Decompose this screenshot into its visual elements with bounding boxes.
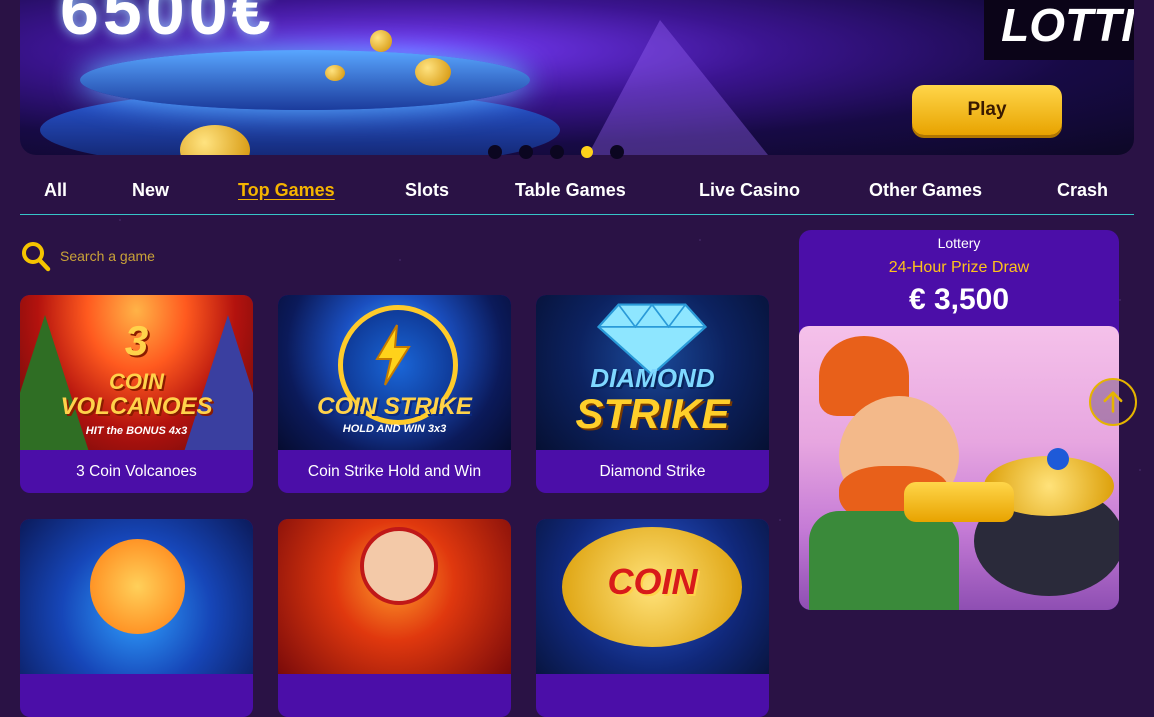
tab-top-games[interactable]: Top Games [238, 180, 335, 201]
game-card[interactable] [278, 519, 511, 717]
search-icon[interactable] [20, 239, 52, 273]
tab-other-games[interactable]: Other Games [869, 180, 982, 201]
banner-platform-upper [80, 50, 530, 110]
game-card[interactable]: DIAMOND STRIKE Diamond Strike [536, 295, 769, 493]
carousel-dot[interactable] [488, 145, 502, 159]
tab-slots[interactable]: Slots [405, 180, 449, 201]
tab-crash[interactable]: Crash [1057, 180, 1108, 201]
game-search [20, 238, 280, 274]
game-thumbnail[interactable]: DIAMOND STRIKE [536, 295, 769, 450]
game-art-text: STRIKE [575, 390, 730, 437]
banner-brand-text: LOTTI [1001, 0, 1134, 51]
game-art-text: COIN [607, 561, 698, 602]
tab-live-casino[interactable]: Live Casino [699, 180, 800, 201]
scroll-top-button[interactable] [1089, 378, 1137, 426]
game-thumbnail[interactable]: COIN [536, 519, 769, 674]
tab-table-games[interactable]: Table Games [515, 180, 626, 201]
banner-pyramid [580, 20, 780, 155]
game-title: Coin Strike Hold and Win [307, 462, 482, 480]
game-title [536, 674, 769, 717]
game-art-text: HIT the BONUS 4x3 [85, 425, 188, 437]
coin-image [325, 65, 345, 81]
coin-image [370, 30, 392, 52]
category-tabs: All New Top Games Slots Table Games Live… [20, 172, 1134, 215]
game-card[interactable]: 3 COIN VOLCANOES HIT the BONUS 4x3 3 Coi… [20, 295, 253, 493]
game-art-text: COIN [109, 369, 164, 394]
game-art-text: VOLCANOES [60, 393, 213, 420]
lightning-icon [375, 324, 411, 386]
carousel-dot-active[interactable] [581, 146, 593, 158]
lottery-play-button[interactable] [904, 482, 1014, 522]
game-title [20, 674, 253, 717]
play-button[interactable]: Play [912, 85, 1062, 135]
game-title [278, 674, 511, 717]
carousel-dot[interactable] [519, 145, 533, 159]
lottery-title: Lottery [937, 235, 981, 251]
search-input[interactable] [58, 247, 262, 265]
game-thumbnail[interactable] [278, 519, 511, 674]
game-thumbnail[interactable] [20, 519, 253, 674]
arrow-up-icon [1103, 391, 1123, 413]
lottery-panel[interactable]: Lottery 24-Hour Prize Draw € 3,500 [799, 230, 1119, 610]
game-card[interactable]: COIN [536, 519, 769, 717]
game-card[interactable] [20, 519, 253, 717]
carousel-dot[interactable] [610, 145, 624, 159]
game-card[interactable]: COIN STRIKE HOLD AND WIN 3x3 Coin Strike… [278, 295, 511, 493]
lottery-subtitle: 24-Hour Prize Draw [888, 259, 1030, 276]
game-title: Diamond Strike [599, 462, 706, 480]
game-title: 3 Coin Volcanoes [76, 462, 197, 480]
game-art-text: 3 [124, 317, 149, 364]
carousel-dots [488, 145, 624, 159]
tab-new[interactable]: New [132, 180, 169, 201]
tab-all[interactable]: All [44, 180, 67, 201]
lottery-amount: € 3,500 [908, 283, 1010, 316]
lottery-leprechaun-image [799, 326, 1119, 610]
game-art-text: COIN STRIKE [317, 393, 472, 420]
banner-prize-text: 6500€ [60, 0, 275, 49]
lottery-header: Lottery 24-Hour Prize Draw € 3,500 [799, 230, 1119, 326]
game-art-text: HOLD AND WIN 3x3 [342, 423, 447, 435]
game-thumbnail[interactable]: COIN STRIKE HOLD AND WIN 3x3 [278, 295, 511, 450]
carousel-dot[interactable] [550, 145, 564, 159]
game-thumbnail[interactable]: 3 COIN VOLCANOES HIT the BONUS 4x3 [20, 295, 253, 450]
coin-image [415, 58, 451, 86]
